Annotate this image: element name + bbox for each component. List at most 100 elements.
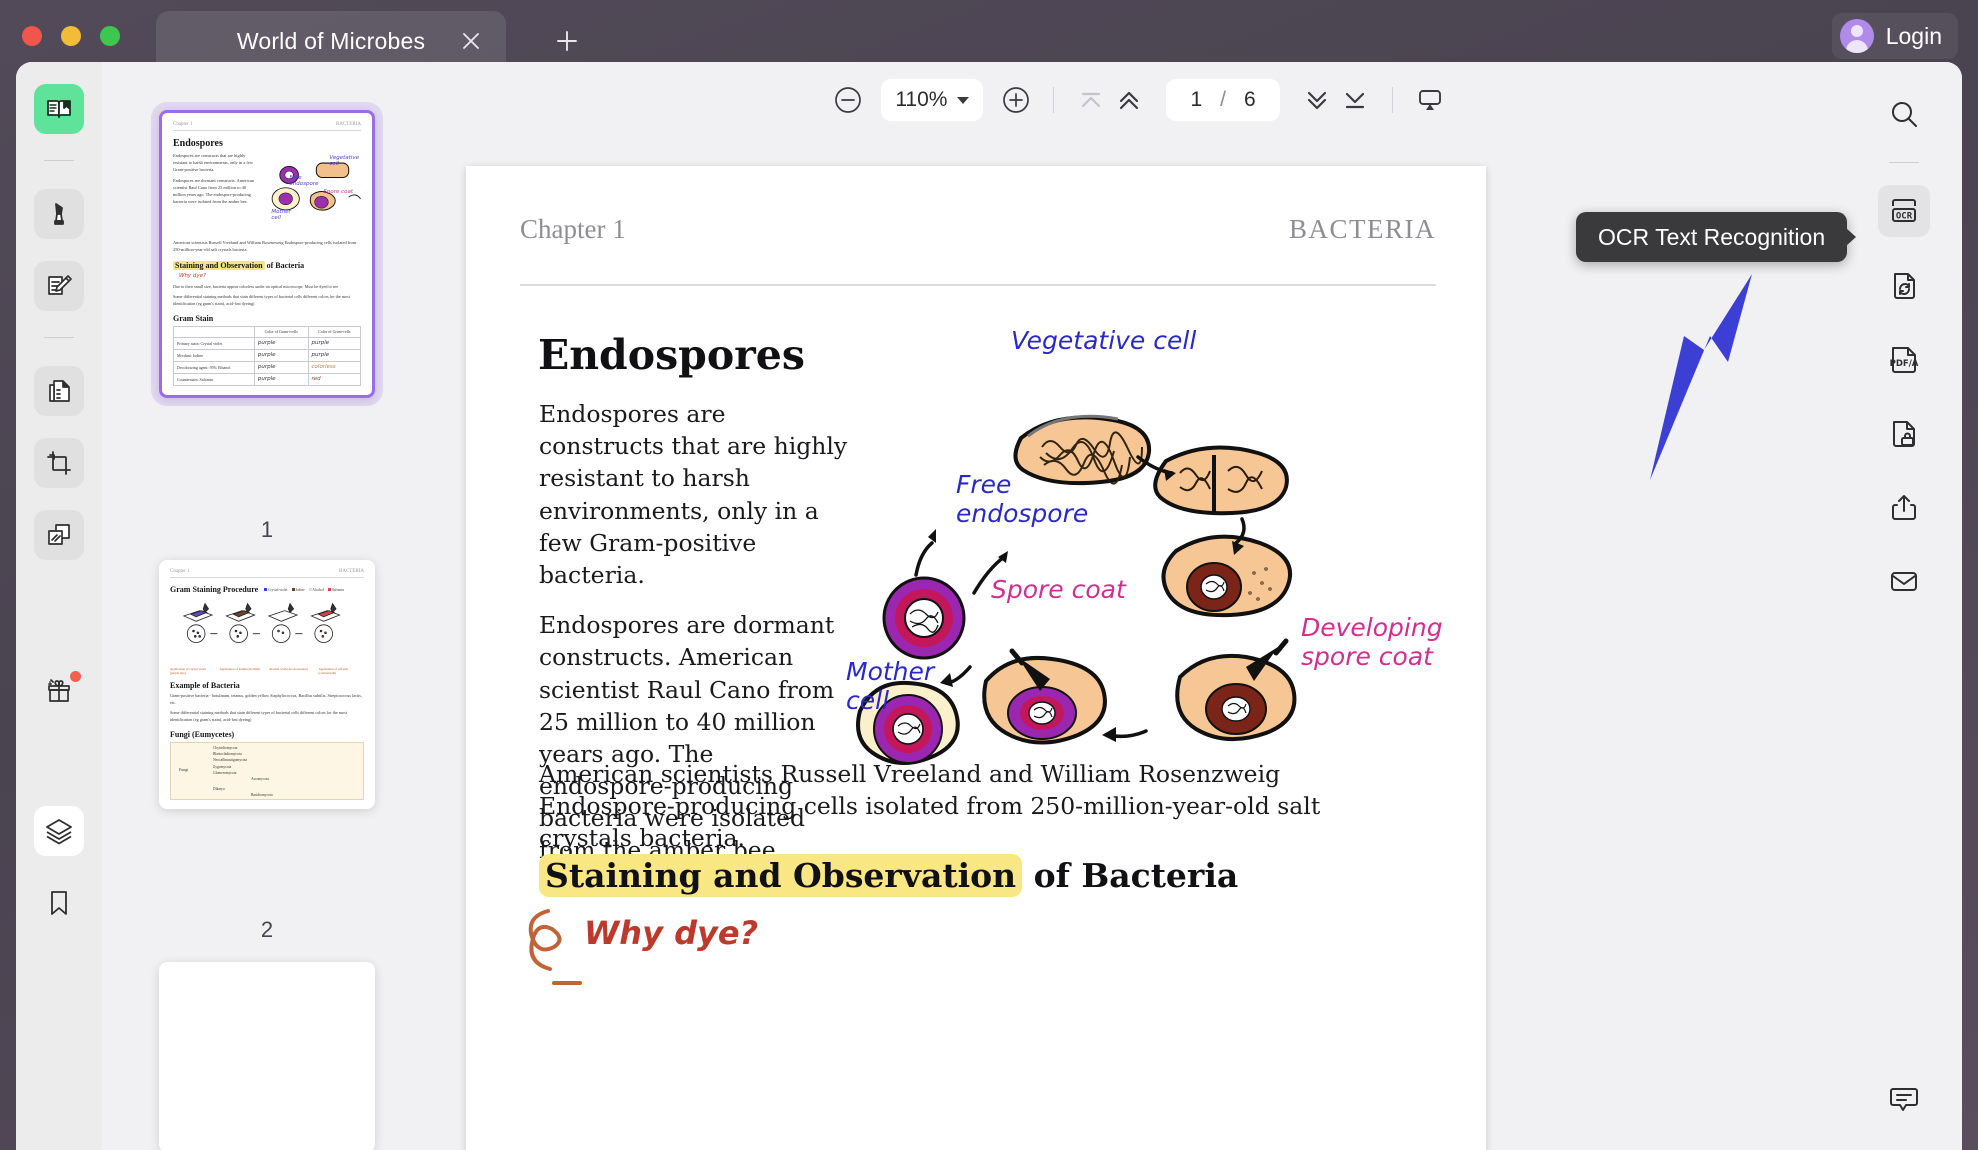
legend-item: Alcohol: [309, 588, 324, 592]
tree-leaf: Dikarya: [213, 787, 225, 791]
table-row: Counterstain: Safranin purple red: [174, 373, 361, 385]
document-canvas[interactable]: Chapter 1 BACTERIA Endospores Endospores…: [432, 138, 1846, 1150]
highlighted-text: Staining and Observation: [539, 854, 1022, 897]
handwritten-note-why-dye: Why dye?: [584, 914, 758, 952]
toolbar-divider: [1053, 87, 1054, 113]
thumb2-bullet1: Gram-positive bacteria - botulinum, teta…: [170, 693, 364, 706]
paragraph-3: American scientists Russell Vreeland and…: [539, 758, 1399, 855]
user-avatar-icon: [1840, 19, 1874, 53]
thumb1-heading2-hl: Staining and Observation: [173, 261, 265, 270]
login-button[interactable]: Login: [1832, 13, 1958, 59]
svg-text:OCR: OCR: [1896, 211, 1913, 221]
thumbnail-page-1[interactable]: Chapter 1 BACTERIA Endospores Endospores…: [159, 110, 375, 398]
diagram-label-spore-coat: Spore coat: [991, 576, 1126, 605]
maximize-window-button[interactable]: [100, 26, 120, 46]
thumb1-para3: American scientists Russell Vreeland and…: [173, 240, 361, 254]
zoom-level-selector[interactable]: 110%: [881, 79, 983, 121]
ocr-icon[interactable]: OCR: [1878, 185, 1930, 237]
presentation-cast-icon[interactable]: [1411, 81, 1449, 119]
thumb1-col-head-1: Color of Gram+cells: [254, 326, 308, 337]
bookmark-icon[interactable]: [34, 878, 84, 928]
endospore-cycle-diagram: Vegetative cell Free endospore Spore coa…: [846, 361, 1446, 781]
close-icon[interactable]: [458, 28, 484, 54]
go-to-first-page-icon[interactable]: [1072, 81, 1110, 119]
thumbnail-panel[interactable]: Chapter 1 BACTERIA Endospores Endospores…: [102, 62, 432, 1150]
thumb2-title: Gram Staining Procedure: [170, 585, 258, 594]
thumb1-bullet1: Due to their small size, bacteria appear…: [173, 284, 361, 291]
thumb2-header-left: Chapter 1: [170, 569, 190, 574]
chevron-down-icon: [957, 97, 969, 104]
page-title: Endospores: [538, 331, 805, 379]
thumb1-title: Endospores: [173, 138, 361, 149]
crop-page-icon[interactable]: [34, 438, 84, 488]
chevron-up-double-icon[interactable]: [1110, 81, 1148, 119]
search-icon[interactable]: [1878, 88, 1930, 140]
diagram-figure: [846, 361, 1446, 781]
login-label: Login: [1886, 23, 1942, 50]
comment-bubble-icon[interactable]: [1878, 1072, 1930, 1124]
left-tool-rail: [16, 62, 102, 1150]
pdf-a-icon[interactable]: PDF/A: [1878, 333, 1930, 385]
tree-leaf: Glomeromycota: [213, 770, 247, 776]
tree-root: Fungi: [179, 767, 188, 772]
table-row: Decolorizing agent: 95% Ethanol purple c…: [174, 361, 361, 373]
thumb1-bullet2: Some differential staining methods that …: [173, 294, 361, 307]
page-organize-icon[interactable]: [34, 366, 84, 416]
body-wide-paragraph: American scientists Russell Vreeland and…: [539, 758, 1399, 855]
thumb1-ink-note: Why dye?: [179, 273, 361, 279]
convert-file-icon[interactable]: [1878, 259, 1930, 311]
watermark-stamp-icon[interactable]: [34, 510, 84, 560]
traffic-lights: [22, 26, 120, 46]
page-navigator[interactable]: 1 / 6: [1166, 79, 1279, 121]
email-icon[interactable]: [1878, 555, 1930, 607]
app-window: World of Microbes Login: [0, 0, 1978, 1150]
legend-item: Safranin: [328, 588, 344, 592]
share-upload-icon[interactable]: [1878, 481, 1930, 533]
subheading-rest: of Bacteria: [1022, 856, 1238, 895]
plus-circle-icon[interactable]: [997, 81, 1035, 119]
step-label: Application of safranin (counterstain): [319, 667, 365, 675]
highlighter-pen-icon[interactable]: [34, 189, 84, 239]
layers-icon[interactable]: [34, 806, 84, 856]
thumb2-header-right: BACTERIA: [339, 569, 364, 574]
thumbnail-page-number-2: 2: [261, 917, 273, 943]
ocr-tooltip: OCR Text Recognition: [1576, 212, 1847, 262]
toolbar-divider-2: [1392, 87, 1393, 113]
table-row: Mordant: Iodine purple purple: [174, 349, 361, 361]
protect-lock-icon[interactable]: [1878, 407, 1930, 459]
thumb1-header-right: BACTERIA: [336, 122, 361, 127]
thumb2-heading2: Example of Bacteria: [170, 681, 364, 690]
minus-circle-icon[interactable]: [829, 81, 867, 119]
gram-procedure-figure: [170, 600, 364, 662]
svg-text:PDF/A: PDF/A: [1890, 359, 1919, 369]
minimize-window-button[interactable]: [61, 26, 81, 46]
zoom-level-value: 110%: [895, 88, 947, 112]
thumb1-col-head-2: Color of Gram-cells: [308, 326, 360, 337]
page-separator: /: [1220, 88, 1226, 112]
current-page-input[interactable]: 1: [1190, 88, 1202, 112]
paragraph-1: Endospores are constructs that are highl…: [539, 398, 851, 591]
page-running-head: Chapter 1 BACTERIA: [520, 214, 1436, 245]
thumb2-heading3: Fungi (Eumycetes): [170, 730, 364, 739]
annotate-edit-icon[interactable]: [34, 261, 84, 311]
step-label: Application of iodine (mordant): [220, 667, 266, 675]
section-label: BACTERIA: [1289, 214, 1436, 245]
pdf-page-1: Chapter 1 BACTERIA Endospores Endospores…: [466, 166, 1486, 1150]
thumb1-header-left: Chapter 1: [173, 122, 193, 127]
reader-book-icon[interactable]: [34, 84, 84, 134]
new-tab-button[interactable]: [552, 26, 582, 56]
diagram-label-mother-cell: Mother cell: [846, 658, 934, 716]
thumb1-para2: Endospores are dormant constructs. Ameri…: [173, 178, 259, 205]
thumb1-gram-table: Color of Gram+cells Color of Gram-cells …: [173, 326, 361, 386]
legend-item: Crystal violet: [264, 588, 287, 592]
chevron-down-double-icon[interactable]: [1298, 81, 1336, 119]
thumbnail-page-2[interactable]: Chapter 1 BACTERIA Gram Staining Procedu…: [159, 560, 375, 809]
thumb1-para1: Endospores are constructs that are highl…: [173, 153, 259, 173]
diagram-label-developing-spore-coat: Developing spore coat: [1301, 614, 1443, 672]
go-to-last-page-icon[interactable]: [1336, 81, 1374, 119]
close-window-button[interactable]: [22, 26, 42, 46]
thumbnail-page-3[interactable]: [159, 962, 375, 1150]
total-pages: 6: [1244, 88, 1256, 112]
thumb2-bullet2: Some differential staining methods that …: [170, 710, 364, 723]
tab-title: World of Microbes: [237, 28, 425, 55]
